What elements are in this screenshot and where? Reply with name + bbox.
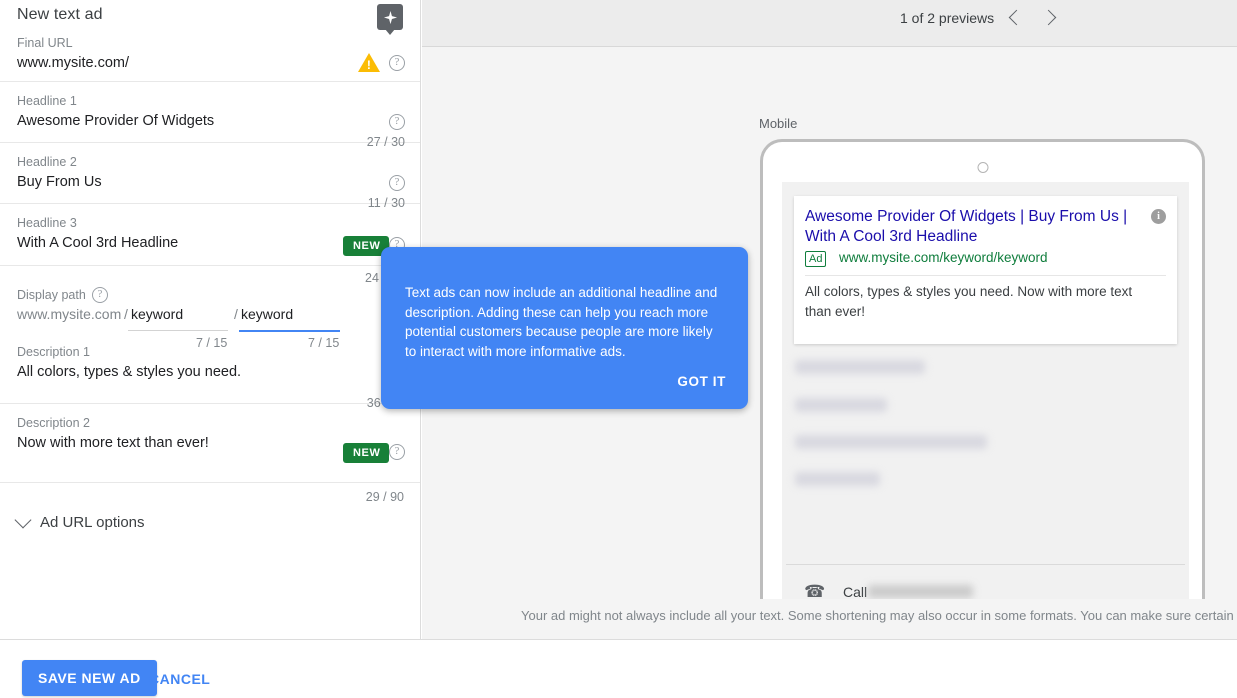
field-headline-2[interactable]: 27 / 30 Headline 2 Buy From Us ? — [0, 135, 420, 204]
preview-counter: 1 of 2 previews — [900, 10, 995, 26]
display-path-underline-2 — [239, 330, 340, 332]
field-headline-1[interactable]: Headline 1 Awesome Provider Of Widgets ? — [0, 91, 420, 143]
tooltip-text: Text ads can now include an additional h… — [405, 285, 718, 359]
field-description-1[interactable]: Description 1 All colors, types & styles… — [0, 342, 420, 404]
field-value: All colors, types & styles you need. — [17, 364, 242, 380]
ad-url-options-label: Ad URL options — [40, 514, 145, 531]
got-it-button[interactable]: GOT IT — [677, 374, 726, 389]
sparkle-star-icon[interactable] — [377, 4, 403, 30]
phone-screen: Awesome Provider Of Widgets | Buy From U… — [782, 182, 1189, 599]
blurred-phone-number — [868, 585, 973, 598]
ad-editor-page: New text ad Final URL www.mysite.com/ ! … — [0, 0, 1237, 698]
ad-url-options-toggle[interactable]: Ad URL options — [14, 511, 145, 531]
ad-label-badge: Ad — [805, 251, 827, 267]
ad-headline[interactable]: Awesome Provider Of Widgets | Buy From U… — [805, 207, 1135, 247]
info-icon[interactable]: i — [1151, 209, 1166, 224]
preview-disclaimer: Your ad might not always include all you… — [521, 608, 1234, 623]
preview-header — [422, 0, 1237, 47]
char-counter: 29 / 90 — [365, 490, 404, 504]
device-label: Mobile — [759, 116, 798, 131]
display-path-field-2[interactable]: keyword — [241, 306, 293, 322]
cancel-button[interactable]: CANCEL — [143, 670, 216, 688]
blurred-placeholder — [795, 398, 887, 412]
display-path-underline-1 — [128, 330, 228, 331]
ad-display-url: www.mysite.com/keyword/keyword — [839, 250, 1048, 265]
field-description-2[interactable]: 36 / 90 Description 2 Now with more text… — [0, 396, 420, 483]
field-label: Headline 1 — [17, 94, 77, 108]
display-path-slash: / — [234, 306, 238, 322]
blurred-placeholder — [795, 435, 987, 449]
char-counter: 11 / 30 — [367, 196, 405, 210]
warning-icon: ! — [358, 53, 380, 72]
display-path-label: Display path — [17, 288, 86, 302]
field-value: With A Cool 3rd Headline — [17, 235, 179, 251]
warning-glyph: ! — [366, 58, 371, 72]
help-icon[interactable]: ? — [389, 114, 405, 130]
field-value: Now with more text than ever! — [17, 435, 209, 451]
search-ad-card: Awesome Provider Of Widgets | Buy From U… — [794, 196, 1177, 344]
ad-description: All colors, types & styles you need. Now… — [805, 284, 1133, 319]
blurred-placeholder — [795, 360, 925, 374]
page-title: New text ad — [17, 6, 103, 23]
divider — [786, 564, 1185, 565]
field-label: Headline 3 — [17, 216, 77, 230]
help-icon[interactable]: ? — [92, 287, 108, 303]
call-extension-row[interactable]: ☎ Call — [782, 574, 1189, 599]
blurred-placeholder — [795, 472, 880, 486]
save-new-ad-button[interactable]: SAVE NEW AD — [22, 660, 157, 696]
ad-editor-panel: New text ad Final URL www.mysite.com/ ! … — [0, 0, 421, 639]
field-label: Description 2 — [17, 416, 90, 430]
phone-icon: ☎ — [804, 582, 826, 599]
field-final-url[interactable]: Final URL www.mysite.com/ ! ? — [0, 33, 420, 82]
divider — [805, 275, 1166, 276]
help-icon[interactable]: ? — [389, 444, 405, 460]
action-bar: SAVE NEW AD CANCEL — [0, 639, 1237, 698]
phone-camera-dot — [977, 162, 988, 173]
field-label: Description 1 — [17, 345, 90, 359]
field-label: Final URL — [17, 36, 73, 50]
field-label: Headline 2 — [17, 155, 77, 169]
feature-tooltip: Text ads can now include an additional h… — [381, 247, 748, 409]
field-value: Buy From Us — [17, 174, 102, 190]
field-value: Awesome Provider Of Widgets — [17, 113, 215, 129]
help-icon[interactable]: ? — [389, 175, 405, 191]
new-badge: NEW — [343, 443, 390, 463]
phone-mockup: Awesome Provider Of Widgets | Buy From U… — [760, 139, 1205, 599]
call-label: Call — [843, 584, 868, 599]
display-path-domain: www.mysite.com — [17, 306, 122, 322]
help-icon[interactable]: ? — [389, 55, 405, 71]
chevron-down-icon — [14, 511, 32, 529]
display-path-slash: / — [124, 306, 128, 322]
display-path-field-1[interactable]: keyword — [131, 306, 183, 322]
char-counter: 27 / 30 — [366, 135, 405, 149]
field-headline-3[interactable]: 11 / 30 Headline 3 With A Cool 3rd Headl… — [0, 196, 420, 266]
field-value: www.mysite.com/ — [17, 55, 129, 71]
char-counter: 24 — [365, 271, 379, 285]
